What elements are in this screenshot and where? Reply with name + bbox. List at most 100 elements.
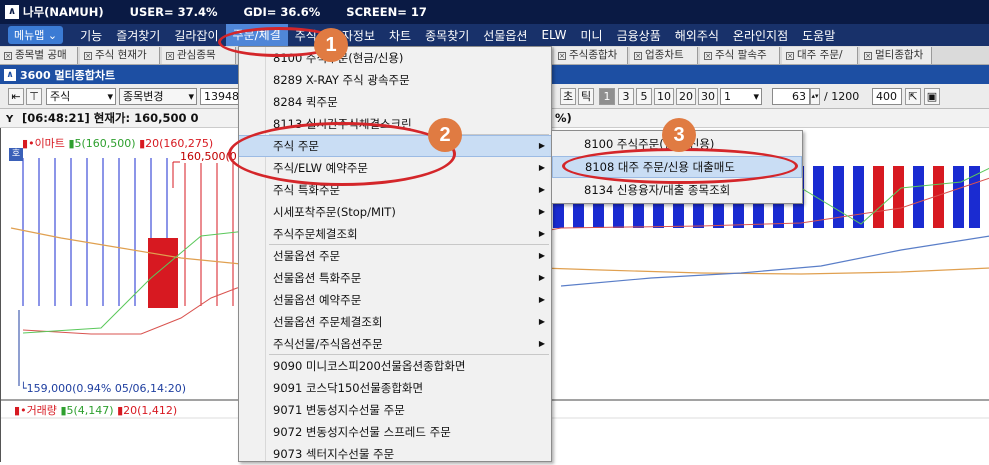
candle-body	[873, 166, 884, 228]
tab-sector-chart[interactable]: × 업종차트	[630, 46, 698, 64]
app-logo-icon: ∧	[5, 5, 19, 19]
market-select[interactable]: 주식 ▾	[46, 88, 116, 105]
menu-financial-products[interactable]: 금융상품	[610, 27, 668, 44]
menu-function[interactable]: 기능	[73, 27, 109, 44]
submenu-arrow-icon: ▶	[538, 207, 545, 216]
menu-item-label: 8284 퀵주문	[273, 95, 338, 109]
period-1-button[interactable]: 1	[599, 88, 615, 105]
submenu-arrow-icon: ▶	[538, 141, 545, 150]
save-icon[interactable]: ▣	[924, 88, 940, 105]
close-icon[interactable]: ×	[786, 51, 794, 60]
close-icon[interactable]: ×	[166, 51, 174, 60]
count-input[interactable]: 63	[772, 88, 810, 105]
candle-body	[913, 166, 924, 228]
menu-item[interactable]: 선물옵션 주문 ▶	[239, 245, 551, 267]
period-tick-button[interactable]: 틱	[578, 88, 594, 105]
period-custom-select[interactable]: 1 ▾	[720, 88, 762, 105]
menu-item-label: 9091 코스닥150선물종합화면	[273, 381, 424, 395]
menu-elw[interactable]: ELW	[534, 28, 573, 42]
close-icon[interactable]: ×	[84, 51, 92, 60]
menu-item[interactable]: 8284 퀵주문	[239, 91, 551, 113]
chevron-down-icon: ▾	[107, 90, 113, 103]
legend-vol-ma20: 20(1,412)	[123, 404, 178, 417]
menu-item[interactable]: 주식선물/주식옵션주문 ▶	[239, 333, 551, 355]
quote-side-button[interactable]: 호	[9, 148, 23, 161]
menu-chart[interactable]: 차트	[382, 27, 418, 44]
legend-ma5: 5(160,500)	[74, 137, 136, 150]
change-stock-button[interactable]: 종목변경 ▾	[119, 88, 197, 105]
callout-3: 3	[662, 118, 696, 152]
total-count: / 1200	[824, 90, 860, 103]
tab-multi-chart[interactable]: × 멀티종합차	[860, 46, 932, 64]
candle-body	[813, 166, 824, 228]
period-10-button[interactable]: 10	[654, 88, 674, 105]
current-price-text: [06:48:21] 현재가: 160,500 0	[22, 111, 199, 125]
candle-body	[148, 238, 178, 308]
stock-code-input[interactable]: 139480	[200, 88, 246, 105]
nav-back-icon[interactable]: ⇤	[8, 88, 24, 105]
menu-item[interactable]: 9072 변동성지수선물 스프레드 주문	[239, 421, 551, 443]
period-second-button[interactable]: 초	[560, 88, 576, 105]
menu-item[interactable]: 시세포착주문(Stop/MIT) ▶	[239, 201, 551, 223]
menu-item[interactable]: 9090 미니코스피200선물옵션종합화면	[239, 355, 551, 377]
menu-futures-options[interactable]: 선물옵션	[476, 27, 534, 44]
min-price-label: └159,000(0.94% 05/06,14:20)	[20, 382, 187, 395]
close-icon[interactable]: ×	[704, 51, 712, 60]
legend-vol-ma5: 5(4,147)	[66, 404, 114, 417]
close-icon[interactable]: ×	[4, 51, 12, 60]
menu-item-label: 선물옵션 특화주문	[273, 271, 362, 285]
filter-icon[interactable]: Y	[6, 110, 18, 129]
period-3-button[interactable]: 3	[618, 88, 634, 105]
menu-item-label: 9090 미니코스피200선물옵션종합화면	[273, 359, 466, 373]
legend-volume-name: 거래량	[26, 404, 57, 417]
close-icon[interactable]: ×	[558, 51, 566, 60]
annotation-ring-2	[228, 122, 456, 186]
menu-help[interactable]: 도움말	[795, 27, 842, 44]
app-name: 나무(NAMUH)	[23, 5, 104, 19]
export-icon[interactable]: ⇱	[905, 88, 921, 105]
zoom-input[interactable]: 400	[872, 88, 902, 105]
menu-item[interactable]: 주식주문체결조회 ▶	[239, 223, 551, 245]
chevron-down-icon: ▾	[188, 90, 194, 103]
chevron-down-icon: ▾	[753, 90, 759, 103]
pin-icon[interactable]: ⊤	[26, 88, 42, 105]
ma120-line	[560, 235, 989, 287]
menu-item-label: 9072 변동성지수선물 스프레드 주문	[273, 425, 451, 439]
tab-stock-quote[interactable]: × 주식 현재가	[80, 46, 160, 64]
menu-item[interactable]: 선물옵션 예약주문 ▶	[239, 289, 551, 311]
menu-item-label: 주식선물/주식옵션주문	[273, 337, 383, 351]
menu-item[interactable]: 선물옵션 특화주문 ▶	[239, 267, 551, 289]
tab-stock-chart[interactable]: × 주식종합차	[554, 46, 628, 64]
menu-online-branch[interactable]: 온라인지점	[726, 27, 795, 44]
tab-stock-fast-order[interactable]: × 주식 팔속주	[700, 46, 780, 64]
menu-map-button[interactable]: 메뉴맵 ⌄	[8, 26, 64, 44]
menu-item-label: 8289 X-RAY 주식 광속주문	[273, 73, 410, 87]
menu-mini[interactable]: 미니	[573, 27, 609, 44]
menu-item[interactable]: 선물옵션 주문체결조회 ▶	[239, 311, 551, 333]
count-spinner[interactable]: ▴▾	[810, 88, 820, 105]
volume-legend: ▮•거래량 ▮5(4,147) ▮20(1,412)	[14, 404, 178, 417]
menu-item-label: 선물옵션 주문	[273, 249, 341, 263]
menu-stock-search[interactable]: 종목찾기	[418, 27, 476, 44]
menu-favorites[interactable]: 즐겨찾기	[109, 27, 167, 44]
period-20-button[interactable]: 20	[676, 88, 696, 105]
candle-body	[953, 166, 964, 228]
period-30-button[interactable]: 30	[698, 88, 718, 105]
menu-item[interactable]: 9091 코스닥150선물종합화면	[239, 377, 551, 399]
app-titlebar: ∧ 나무(NAMUH) USER= 37.4% GDI= 36.6% SCREE…	[0, 0, 989, 24]
tab-short-order[interactable]: × 대주 주문/	[782, 46, 858, 64]
window-title: 3600 멀티종합차트	[20, 68, 116, 82]
period-5-button[interactable]: 5	[636, 88, 652, 105]
user-resource: USER= 37.4%	[129, 5, 218, 19]
menu-overseas-stock[interactable]: 해외주식	[668, 27, 726, 44]
candle-body	[833, 166, 844, 228]
tab-short-selling[interactable]: × 종목별 공매	[0, 46, 78, 64]
submenu-arrow-icon: ▶	[538, 273, 545, 282]
menu-item-label: 선물옵션 주문체결조회	[273, 315, 383, 329]
menu-item[interactable]: 8289 X-RAY 주식 광속주문	[239, 69, 551, 91]
legend-ma20: 20(160,275)	[145, 137, 214, 150]
menu-guide[interactable]: 길라잡이	[167, 27, 225, 44]
close-icon[interactable]: ×	[634, 51, 642, 60]
close-icon[interactable]: ×	[864, 51, 872, 60]
menu-item[interactable]: 9071 변동성지수선물 주문	[239, 399, 551, 421]
